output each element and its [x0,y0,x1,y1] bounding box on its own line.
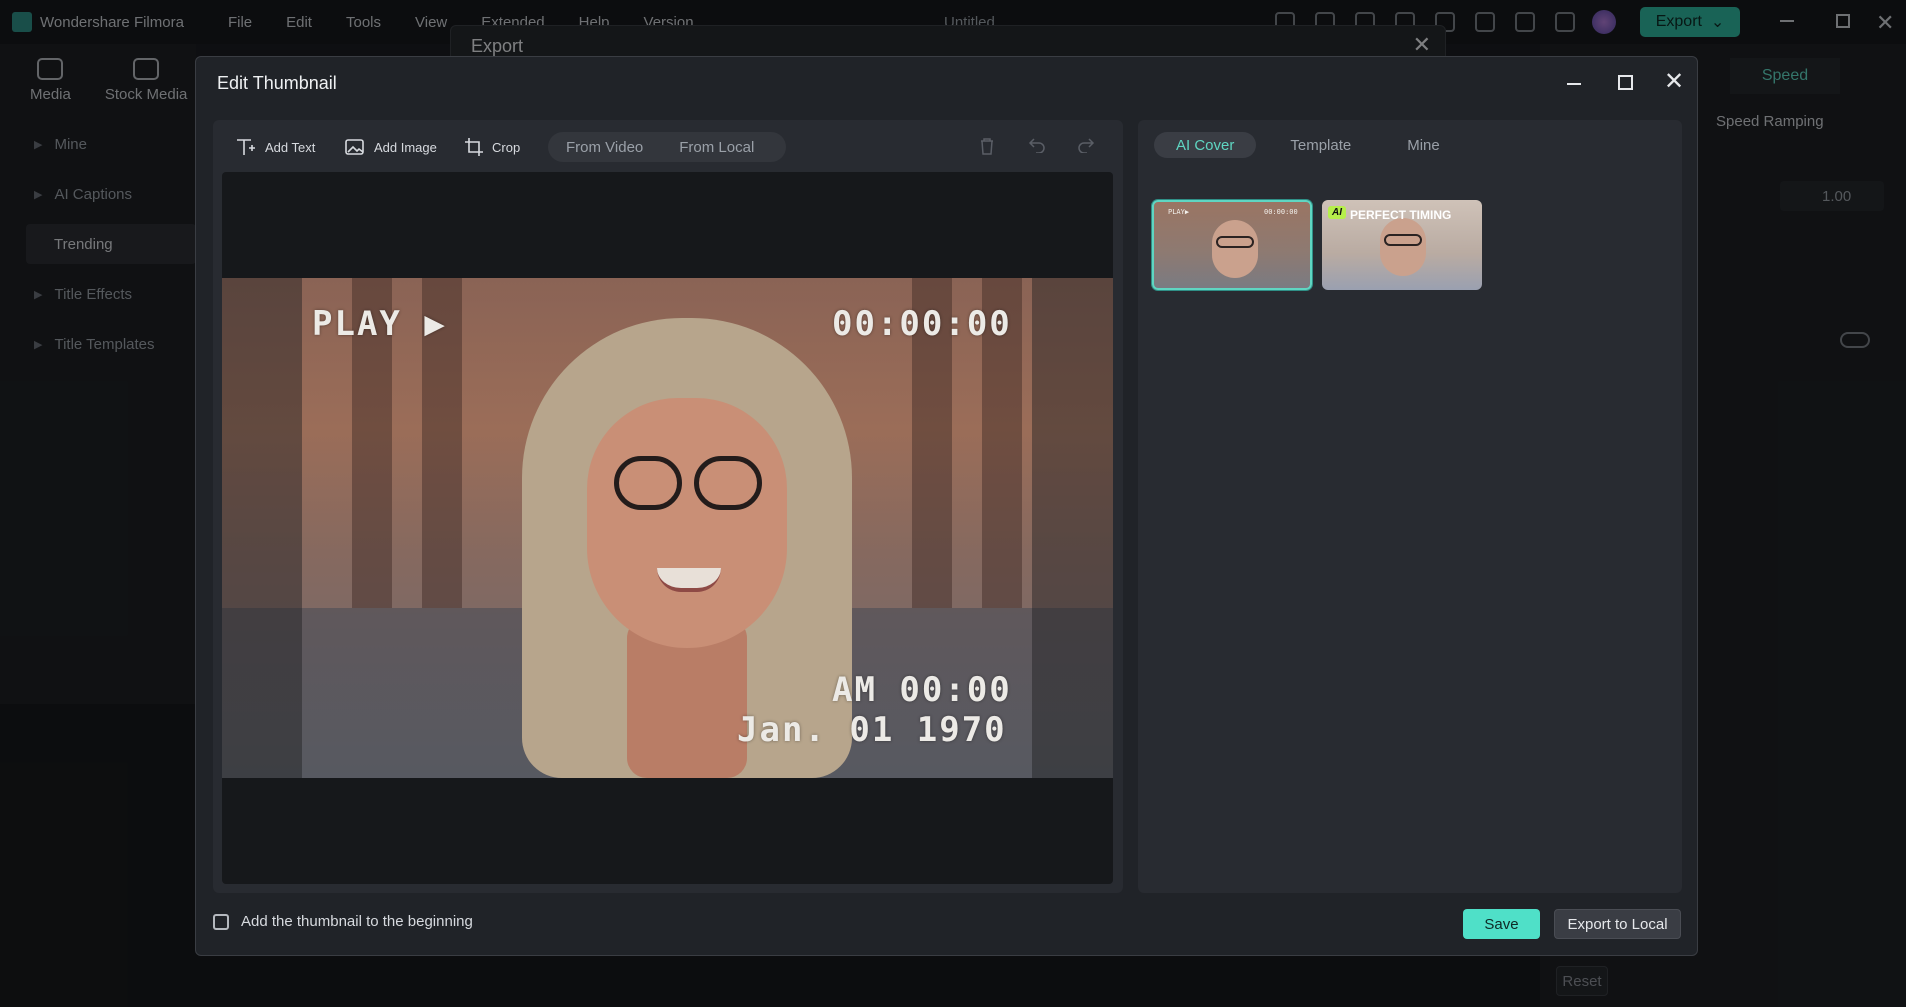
add-image-button[interactable]: Add Image [344,132,437,162]
add-image-icon [345,139,364,155]
ai-badge: AI [1328,206,1346,219]
thumbnail-glasses [1384,234,1422,246]
from-video-button[interactable]: From Video [548,139,661,156]
thumbnail-timecode-text: 00:00:00 [1264,208,1298,216]
tab-mine[interactable]: Mine [1385,132,1462,158]
crop-button[interactable]: Crop [464,132,520,162]
add-text-button[interactable]: Add Text [235,132,315,162]
cover-tabs: AI Cover Template Mine [1154,132,1462,158]
add-thumbnail-option[interactable]: Add the thumbnail to the beginning [213,913,473,930]
maximize-icon[interactable] [1618,75,1633,90]
add-text-icon [237,139,255,155]
thumbnail-image[interactable]: PLAY ▶ 00:00:00 AM 00:00 Jan. 01 1970 [222,278,1113,778]
crop-label: Crop [492,139,521,155]
tab-template[interactable]: Template [1268,132,1373,158]
vhs-time-text[interactable]: AM 00:00 [832,670,1012,710]
person-face [587,398,787,648]
cover-thumbnail-perfect-timing[interactable]: AI PERFECT TIMING [1322,200,1482,290]
cover-thumbnail-vhs[interactable]: PLAY▶ 00:00:00 [1152,200,1312,290]
letterbox-left [222,278,302,778]
save-button[interactable]: Save [1463,909,1540,939]
vhs-play-text[interactable]: PLAY ▶ [312,304,447,344]
add-thumbnail-label: Add the thumbnail to the beginning [241,913,473,930]
thumbnail-face [1380,218,1426,276]
export-to-local-button[interactable]: Export to Local [1554,909,1681,939]
thumbnail-title-text: PERFECT TIMING [1350,208,1452,222]
add-thumbnail-checkbox[interactable] [213,913,229,930]
glasses-right-lens [694,456,762,510]
add-text-label: Add Text [265,139,316,155]
letterbox-right [1032,278,1113,778]
vhs-timecode-text[interactable]: 00:00:00 [832,304,1012,344]
thumbnail-editor-panel: Add Text Add Image Crop From Video From … [213,120,1123,893]
vhs-date-text[interactable]: Jan. 01 1970 [737,710,1007,750]
source-toggle: From Video From Local [548,132,786,162]
thumbnail-play-text: PLAY▶ [1168,208,1190,216]
thumbnail-glasses [1216,236,1254,248]
from-local-button[interactable]: From Local [661,139,772,156]
redo-icon[interactable] [1077,137,1095,158]
cover-thumbnail-grid: PLAY▶ 00:00:00 AI PERFECT TIMING [1152,200,1482,290]
undo-icon[interactable] [1028,137,1046,158]
close-icon[interactable]: ✕ [1664,67,1684,96]
tab-ai-cover[interactable]: AI Cover [1154,132,1257,158]
dialog-title: Edit Thumbnail [217,73,337,93]
glasses-left-lens [614,456,682,510]
minimize-icon[interactable] [1567,83,1581,85]
cover-selection-panel: AI Cover Template Mine PLAY▶ 00:00:00 AI… [1138,120,1682,893]
crop-icon [465,138,483,156]
add-image-label: Add Image [374,139,437,155]
edit-thumbnail-dialog: Edit Thumbnail ✕ Add Text Add Image Crop… [195,56,1698,956]
thumbnail-canvas[interactable]: PLAY ▶ 00:00:00 AM 00:00 Jan. 01 1970 [222,172,1113,884]
thumbnail-face [1212,220,1258,278]
delete-icon[interactable] [979,137,995,160]
